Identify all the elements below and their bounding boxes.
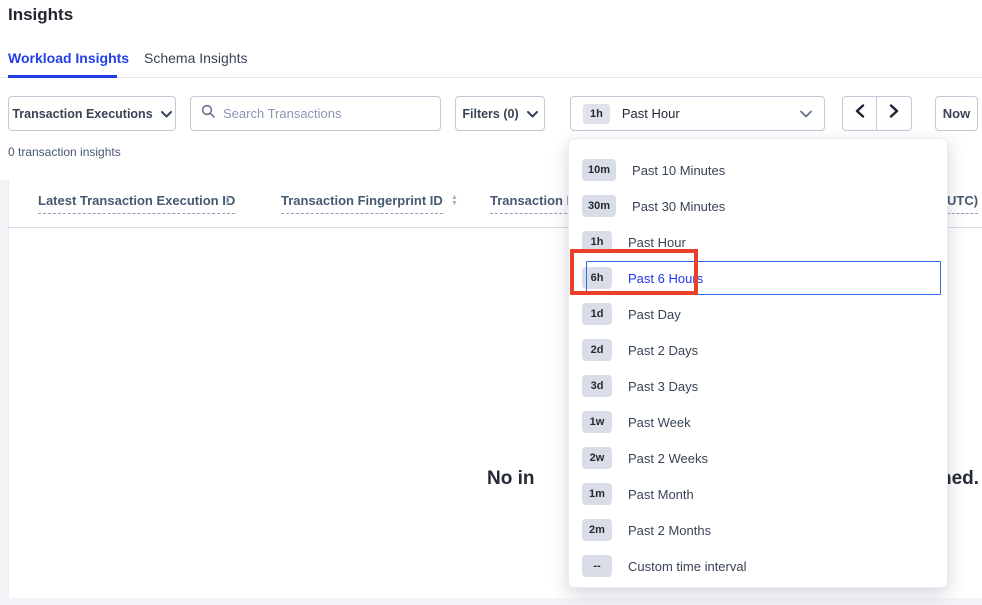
active-tab-underline xyxy=(8,75,117,78)
time-option-past-2-days[interactable]: 2d Past 2 Days xyxy=(569,332,947,368)
time-option-label: Past 2 Days xyxy=(628,343,698,358)
search-input[interactable] xyxy=(223,106,430,121)
page-gutter xyxy=(0,180,8,605)
time-option-badge: 30m xyxy=(582,195,616,217)
time-option-past-month[interactable]: 1m Past Month xyxy=(569,476,947,512)
workload-type-selector-label: Transaction Executions xyxy=(12,107,152,121)
time-option-label: Past Month xyxy=(628,487,694,502)
time-interval-dropdown: 10m Past 10 Minutes 30m Past 30 Minutes … xyxy=(568,138,948,588)
chevron-left-icon xyxy=(855,104,865,123)
time-option-past-2-months[interactable]: 2m Past 2 Months xyxy=(569,512,947,548)
search-icon xyxy=(201,104,215,123)
time-option-label: Past Hour xyxy=(628,235,686,250)
tab-bar: Workload Insights Schema Insights xyxy=(0,44,982,78)
page-title: Insights xyxy=(8,5,73,25)
chevron-down-icon xyxy=(161,107,172,121)
tab-workload-insights[interactable]: Workload Insights xyxy=(8,50,129,66)
previous-interval-button[interactable] xyxy=(842,96,877,131)
time-option-badge: 1w xyxy=(582,411,612,433)
time-option-past-week[interactable]: 1w Past Week xyxy=(569,404,947,440)
search-box[interactable] xyxy=(190,96,441,131)
sort-icon[interactable]: ▲▼ xyxy=(451,195,458,207)
chevron-right-icon xyxy=(889,104,899,123)
time-option-label: Past 2 Months xyxy=(628,523,711,538)
filters-button[interactable]: Filters (0) xyxy=(455,96,545,131)
time-option-past-10-minutes[interactable]: 10m Past 10 Minutes xyxy=(569,152,947,188)
time-option-badge: 10m xyxy=(582,159,616,181)
tab-schema-insights[interactable]: Schema Insights xyxy=(144,50,248,66)
time-option-label: Custom time interval xyxy=(628,559,746,574)
insights-page: Insights Workload Insights Schema Insigh… xyxy=(0,0,982,605)
time-option-past-3-days[interactable]: 3d Past 3 Days xyxy=(569,368,947,404)
time-option-past-30-minutes[interactable]: 30m Past 30 Minutes xyxy=(569,188,947,224)
time-option-badge: 3d xyxy=(582,375,612,397)
time-option-past-hour[interactable]: 1h Past Hour xyxy=(569,224,947,260)
sort-down-arrow: ▼ xyxy=(451,201,458,207)
time-option-badge: 6h xyxy=(582,267,612,289)
workload-type-selector[interactable]: Transaction Executions xyxy=(8,96,176,131)
time-option-label: Past Day xyxy=(628,307,681,322)
time-option-label: Past 6 Hours xyxy=(628,271,703,286)
page-bottom-gutter xyxy=(0,598,982,605)
time-interval-badge: 1h xyxy=(583,104,610,124)
insights-count: 0 transaction insights xyxy=(8,145,121,159)
time-option-badge: 1m xyxy=(582,483,612,505)
time-option-badge: 2m xyxy=(582,519,612,541)
now-button-label: Now xyxy=(943,106,970,121)
time-option-label: Past 30 Minutes xyxy=(632,199,725,214)
column-header-latest-transaction-execution-id[interactable]: Latest Transaction Execution ID xyxy=(38,193,235,214)
time-option-badge: 2d xyxy=(582,339,612,361)
time-nav-group xyxy=(842,96,912,131)
now-button[interactable]: Now xyxy=(935,96,978,131)
column-header-utc-clipped[interactable]: UTC) xyxy=(947,193,978,214)
chevron-down-icon xyxy=(527,107,538,121)
empty-state-text-left: No in xyxy=(487,468,535,490)
time-option-label: Past 3 Days xyxy=(628,379,698,394)
time-interval-label: Past Hour xyxy=(622,106,788,121)
time-option-label: Past 10 Minutes xyxy=(632,163,725,178)
column-header-transaction-fingerprint-id[interactable]: Transaction Fingerprint ID xyxy=(281,193,443,214)
sort-down-arrow: ▼ xyxy=(224,201,231,207)
time-option-past-6-hours[interactable]: 6h Past 6 Hours xyxy=(569,260,947,296)
filters-button-label: Filters (0) xyxy=(462,107,518,121)
time-option-custom-time-interval[interactable]: -- Custom time interval xyxy=(569,548,947,584)
time-interval-selector[interactable]: 1h Past Hour xyxy=(570,96,825,131)
chevron-down-icon xyxy=(800,105,812,123)
time-option-badge: 1d xyxy=(582,303,612,325)
time-option-badge: 2w xyxy=(582,447,612,469)
next-interval-button[interactable] xyxy=(877,96,912,131)
sort-icon[interactable]: ▲▼ xyxy=(224,195,231,207)
time-option-past-day[interactable]: 1d Past Day xyxy=(569,296,947,332)
time-option-badge: -- xyxy=(582,555,612,577)
time-option-badge: 1h xyxy=(582,231,612,253)
time-option-label: Past 2 Weeks xyxy=(628,451,708,466)
time-option-label: Past Week xyxy=(628,415,691,430)
time-option-past-2-weeks[interactable]: 2w Past 2 Weeks xyxy=(569,440,947,476)
